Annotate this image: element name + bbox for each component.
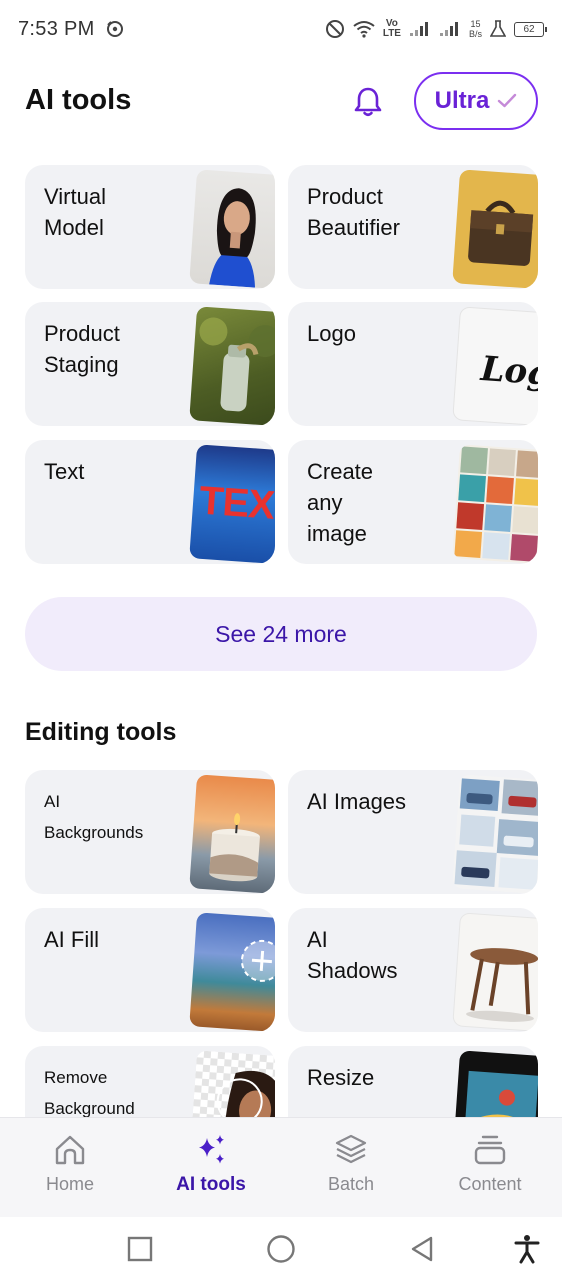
ultra-label: Ultra xyxy=(434,87,490,114)
tool-card-ai-shadows[interactable]: AI Shadows xyxy=(288,908,538,1032)
accessibility-icon xyxy=(514,1235,540,1264)
editing-tools-title: Editing tools xyxy=(25,718,177,746)
card-label: AI Fill xyxy=(44,927,99,952)
ai-fill-thumbnail xyxy=(189,912,275,1032)
card-label: Virtual Model xyxy=(44,184,106,240)
card-label: AI Backgrounds xyxy=(44,792,144,842)
circle-icon xyxy=(267,1235,295,1263)
sync-icon xyxy=(105,19,125,39)
signal-icon-2 xyxy=(439,21,461,37)
signal-icon-1 xyxy=(409,21,431,37)
back-triangle-icon xyxy=(411,1236,433,1262)
text-thumbnail: TEX xyxy=(189,444,275,564)
header: AI tools Ultra xyxy=(0,70,562,134)
see-more-label: See 24 more xyxy=(215,620,347,647)
product-staging-thumbnail xyxy=(189,306,275,426)
nav-ai-tools[interactable]: AI tools xyxy=(156,1132,266,1196)
bottom-nav: Home AI tools Batch Content xyxy=(0,1117,562,1217)
create-any-image-thumbnail xyxy=(452,444,538,564)
ai-backgrounds-thumbnail xyxy=(189,774,275,894)
bell-icon xyxy=(354,87,382,117)
system-nav-bar xyxy=(0,1217,562,1280)
page-title: AI tools xyxy=(25,84,132,116)
flask-icon xyxy=(490,20,506,38)
tool-card-ai-images[interactable]: AI Images xyxy=(288,770,538,894)
net-speed: 15 B/s xyxy=(468,19,482,39)
ultra-button[interactable]: Ultra xyxy=(414,72,538,130)
back-button[interactable] xyxy=(402,1229,442,1269)
nav-content[interactable]: Content xyxy=(435,1132,545,1195)
tool-card-create-any-image[interactable]: Create any image xyxy=(288,440,538,564)
home-system-button[interactable] xyxy=(261,1229,301,1269)
card-label: Logo xyxy=(307,321,356,346)
notifications-button[interactable] xyxy=(350,84,386,120)
logo-thumbnail: Logo xyxy=(452,306,538,426)
check-icon xyxy=(498,93,517,108)
battery-icon: 62 xyxy=(514,21,547,37)
nav-home[interactable]: Home xyxy=(15,1132,125,1195)
square-icon xyxy=(127,1236,153,1262)
card-label: Remove Background xyxy=(44,1068,135,1118)
text-thumbnail-text: TEX xyxy=(197,478,275,528)
status-time: 7:53 PM xyxy=(18,17,95,40)
card-label: Text xyxy=(44,459,85,484)
virtual-model-thumbnail xyxy=(189,169,275,289)
nav-content-label: Content xyxy=(458,1174,522,1194)
tool-card-text[interactable]: Text TEX xyxy=(25,440,275,564)
tool-card-ai-fill[interactable]: AI Fill xyxy=(25,908,275,1032)
accessibility-button[interactable] xyxy=(507,1229,547,1269)
nav-home-label: Home xyxy=(45,1174,94,1194)
sparkles-icon xyxy=(199,1135,224,1164)
card-label: Product Beautifier xyxy=(307,184,400,240)
card-label: Product Staging xyxy=(44,321,120,377)
stack-icon xyxy=(474,1135,506,1165)
home-icon xyxy=(55,1135,85,1165)
card-label: Create any image xyxy=(307,459,374,546)
status-bar: 7:53 PM Vo LTE 15 B/s 62 xyxy=(0,0,562,58)
tool-card-virtual-model[interactable]: Virtual Model xyxy=(25,165,275,289)
product-beautifier-thumbnail xyxy=(452,169,538,289)
card-label: AI Images xyxy=(307,789,407,814)
nav-batch-label: Batch xyxy=(327,1174,375,1194)
recents-button[interactable] xyxy=(120,1229,160,1269)
see-more-button[interactable]: See 24 more xyxy=(25,597,537,671)
ai-images-thumbnail xyxy=(452,774,538,894)
card-label: Resize xyxy=(307,1065,375,1090)
ai-shadows-thumbnail xyxy=(452,912,538,1032)
tool-card-product-beautifier[interactable]: Product Beautifier xyxy=(288,165,538,289)
layers-icon xyxy=(335,1134,367,1164)
wifi-icon xyxy=(353,20,375,38)
tool-card-logo[interactable]: Logo Logo xyxy=(288,302,538,426)
tool-card-ai-backgrounds[interactable]: AI Backgrounds xyxy=(25,770,275,894)
nav-ai-tools-label: AI tools xyxy=(176,1174,246,1195)
nav-batch[interactable]: Batch xyxy=(296,1132,406,1195)
card-label: AI Shadows xyxy=(307,927,398,983)
do-not-disturb-icon xyxy=(325,19,345,39)
tool-card-product-staging[interactable]: Product Staging xyxy=(25,302,275,426)
volte-indicator: Vo LTE xyxy=(382,18,401,39)
logo-thumbnail-text: Logo xyxy=(479,348,538,396)
